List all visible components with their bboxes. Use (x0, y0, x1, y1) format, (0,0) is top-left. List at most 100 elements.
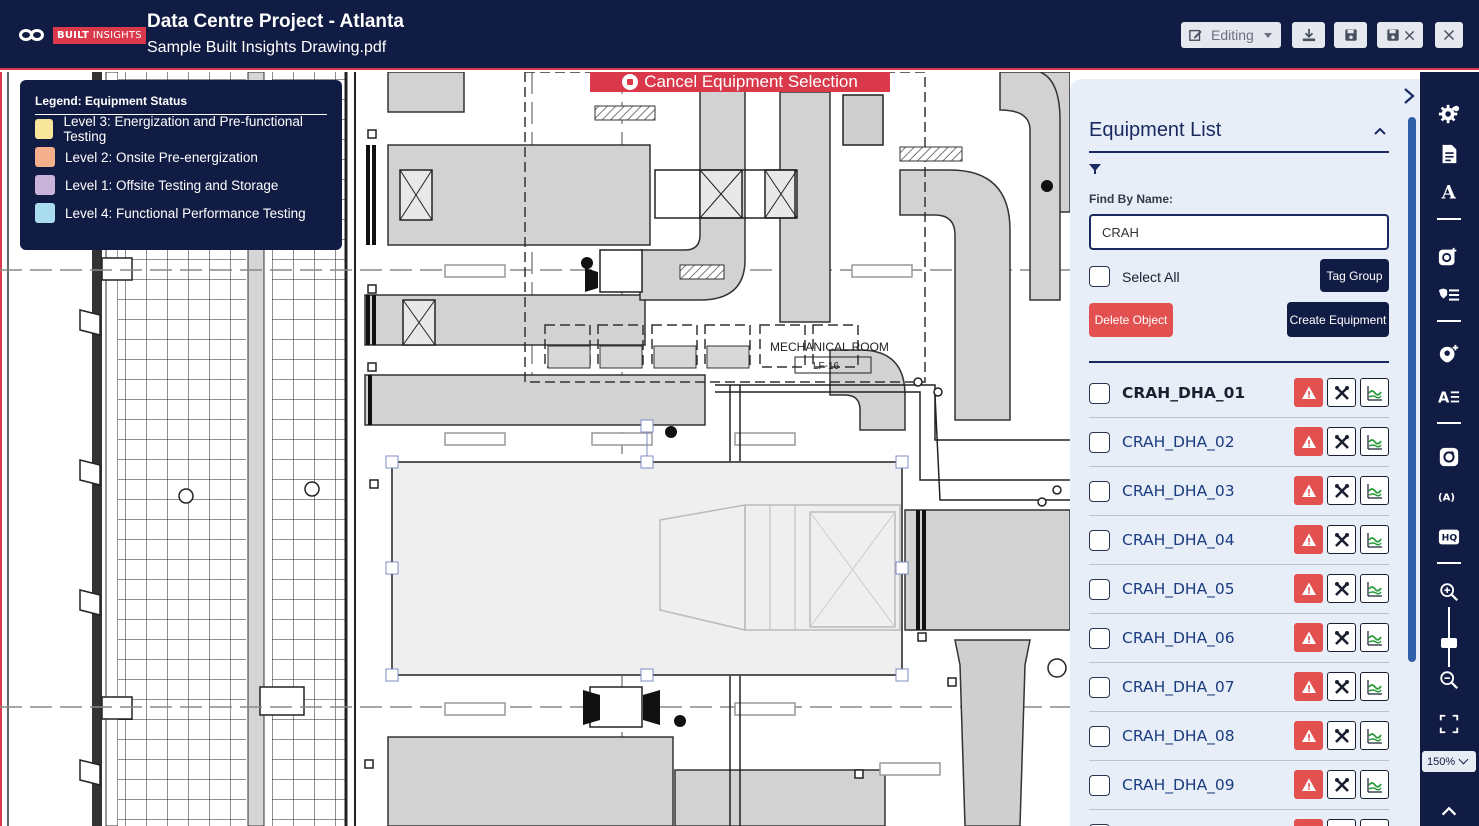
equipment-row[interactable]: CRAH_DHA_05 (1089, 565, 1389, 614)
panel-scrollbar[interactable] (1408, 117, 1416, 662)
trend-button[interactable] (1360, 770, 1389, 799)
warning-button[interactable] (1294, 721, 1323, 750)
equipment-checkbox[interactable] (1089, 578, 1110, 600)
equipment-name[interactable]: CRAH_DHA_07 (1122, 678, 1235, 696)
zoom-slider[interactable] (1448, 607, 1450, 667)
ocr-icon[interactable]: (A) (1437, 485, 1461, 509)
warning-button[interactable] (1294, 770, 1323, 799)
zoom-slider-handle[interactable] (1441, 638, 1457, 648)
equipment-checkbox[interactable] (1089, 725, 1110, 747)
trend-button[interactable] (1360, 819, 1389, 826)
add-location-icon[interactable] (1437, 343, 1461, 367)
trend-button[interactable] (1360, 525, 1389, 554)
add-sync-icon[interactable] (1437, 245, 1461, 269)
tools-button[interactable] (1327, 770, 1356, 799)
filter-icon[interactable] (1089, 163, 1101, 175)
tools-button[interactable] (1327, 672, 1356, 701)
zoom-out-icon[interactable] (1437, 668, 1461, 692)
equipment-name[interactable]: CRAH_DHA_08 (1122, 727, 1235, 745)
trend-button[interactable] (1360, 623, 1389, 652)
equipment-row[interactable]: CRAH_DHA_04 (1089, 516, 1389, 565)
save-button[interactable] (1334, 22, 1367, 48)
warning-button[interactable] (1294, 623, 1323, 652)
delete-object-button[interactable]: Delete Object (1089, 303, 1173, 337)
create-equipment-button[interactable]: Create Equipment (1287, 302, 1389, 337)
equipment-checkbox[interactable] (1089, 431, 1110, 453)
filter-list-icon[interactable] (1437, 283, 1461, 307)
panel-title: Equipment List (1089, 119, 1222, 141)
tools-button[interactable] (1327, 476, 1356, 505)
selected-equipment-crah[interactable] (385, 419, 909, 682)
equipment-row[interactable]: CRAH_DHA_01 (1089, 369, 1389, 418)
chevron-right-icon[interactable] (1402, 87, 1416, 105)
equipment-row[interactable]: CRAH_DHA_09 (1089, 761, 1389, 810)
trend-chart-icon (1366, 679, 1382, 695)
trend-button[interactable] (1360, 721, 1389, 750)
equipment-row[interactable]: CRAH_DHA_06 (1089, 614, 1389, 663)
equipment-row[interactable]: CRAH_DHA_08 (1089, 712, 1389, 761)
warning-button[interactable] (1294, 672, 1323, 701)
tools-button[interactable] (1327, 721, 1356, 750)
select-all-checkbox[interactable] (1089, 266, 1110, 287)
warning-button[interactable] (1294, 427, 1323, 456)
zoom-level-select[interactable]: 150% (1422, 751, 1476, 772)
equipment-name[interactable]: CRAH_DHA_06 (1122, 629, 1235, 647)
text-icon[interactable]: A (1437, 179, 1461, 203)
trend-button[interactable] (1360, 574, 1389, 603)
tools-button[interactable] (1327, 819, 1356, 826)
equipment-name[interactable]: CRAH_DHA_03 (1122, 482, 1235, 500)
select-all[interactable]: Select All (1089, 266, 1180, 287)
equipment-name[interactable]: CRAH_DHA_05 (1122, 580, 1235, 598)
equipment-row[interactable]: CRAH_DHA_07 (1089, 663, 1389, 712)
legend-item-level-1: Level 1: Offsite Testing and Storage (35, 171, 327, 199)
equipment-name[interactable]: CRAH_DHA_09 (1122, 776, 1235, 794)
gear-icon[interactable] (1437, 102, 1461, 126)
download-button[interactable] (1292, 22, 1325, 48)
trend-chart-icon (1366, 434, 1382, 450)
hq-label: HQ (1442, 533, 1458, 544)
tools-button[interactable] (1327, 623, 1356, 652)
editing-mode-dropdown[interactable]: Editing (1181, 22, 1281, 48)
find-by-name-input[interactable] (1089, 214, 1389, 250)
trend-button[interactable] (1360, 672, 1389, 701)
chevron-up-icon[interactable] (1437, 799, 1461, 823)
chevron-up-icon[interactable] (1373, 126, 1387, 136)
tools-button[interactable] (1327, 378, 1356, 407)
tag-group-button[interactable]: Tag Group (1320, 259, 1389, 292)
text-list-icon[interactable]: A (1437, 384, 1461, 408)
equipment-name[interactable]: CRAH_DHA_04 (1122, 531, 1235, 549)
document-list-icon[interactable] (1437, 142, 1461, 166)
trend-button[interactable] (1360, 378, 1389, 407)
warning-button[interactable] (1294, 378, 1323, 407)
equipment-checkbox[interactable] (1089, 529, 1110, 551)
equipment-row[interactable]: CRAH_DHA_10 (1089, 810, 1389, 826)
tools-button[interactable] (1327, 427, 1356, 456)
tools-button[interactable] (1327, 525, 1356, 554)
refresh-icon[interactable] (1437, 445, 1461, 469)
equipment-checkbox[interactable] (1089, 676, 1110, 698)
equipment-checkbox[interactable] (1089, 774, 1110, 796)
warning-button[interactable] (1294, 476, 1323, 505)
equipment-name[interactable]: CRAH_DHA_01 (1122, 384, 1245, 402)
equipment-checkbox[interactable] (1089, 480, 1110, 502)
ocr-label: (A) (1438, 493, 1455, 504)
zoom-in-icon[interactable] (1437, 580, 1461, 604)
cancel-equipment-selection-button[interactable]: Cancel Equipment Selection (590, 72, 890, 92)
equipment-row[interactable]: CRAH_DHA_02 (1089, 418, 1389, 467)
tools-button[interactable] (1327, 574, 1356, 603)
trend-button[interactable] (1360, 476, 1389, 505)
equipment-checkbox[interactable] (1089, 382, 1110, 404)
equipment-row[interactable]: CRAH_DHA_03 (1089, 467, 1389, 516)
trend-button[interactable] (1360, 427, 1389, 456)
warning-button[interactable] (1294, 525, 1323, 554)
equipment-actions (1294, 819, 1389, 826)
top-header: BUILT INSIGHTS Data Centre Project - Atl… (0, 0, 1479, 70)
warning-button[interactable] (1294, 574, 1323, 603)
warning-button[interactable] (1294, 819, 1323, 826)
save-and-close-button[interactable] (1377, 22, 1423, 48)
equipment-name[interactable]: CRAH_DHA_02 (1122, 433, 1235, 451)
hq-icon[interactable]: HQ (1437, 525, 1461, 549)
fit-screen-icon[interactable] (1437, 712, 1461, 736)
close-button[interactable] (1435, 22, 1463, 48)
equipment-checkbox[interactable] (1089, 627, 1110, 649)
